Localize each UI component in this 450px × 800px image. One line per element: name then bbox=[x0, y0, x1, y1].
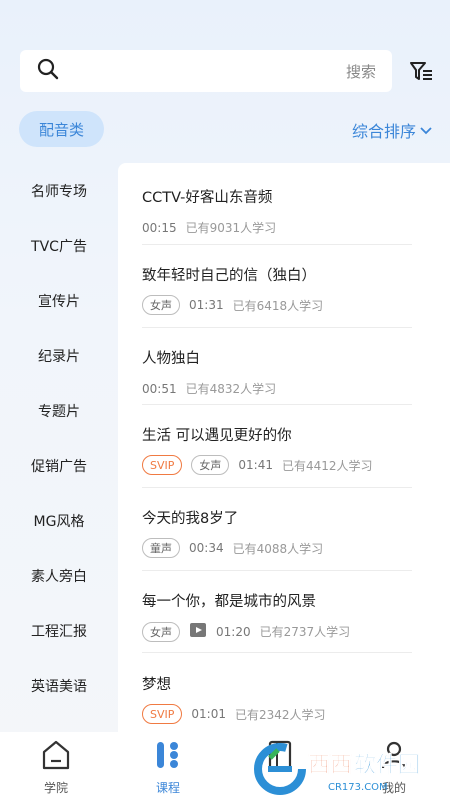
tab-courses[interactable]: 课程 bbox=[128, 732, 208, 800]
item-learners: 已有2342人学习 bbox=[234, 707, 326, 722]
item-title: 致年轻时自己的信（独白） bbox=[142, 268, 316, 284]
sort-dropdown[interactable]: 综合排序 bbox=[352, 118, 432, 142]
sidebar: 名师专场 TVC广告 宣传片 纪录片 专题片 促销广告 MG风格 素人旁白 工程… bbox=[0, 163, 118, 713]
chevron-down-icon bbox=[420, 121, 432, 140]
list-item[interactable]: 人物独白 00:51 已有4832人学习 bbox=[142, 328, 412, 405]
home-icon bbox=[41, 739, 71, 775]
tab-label: 课程 bbox=[155, 781, 180, 795]
item-title: 人物独白 bbox=[142, 351, 200, 367]
item-duration: 00:34 bbox=[189, 541, 224, 555]
tab-academy[interactable]: 学院 bbox=[16, 732, 96, 800]
item-title: CCTV-好客山东音频 bbox=[142, 190, 273, 206]
item-learners: 已有4832人学习 bbox=[185, 382, 277, 396]
svg-text:西西: 西西 bbox=[308, 753, 352, 778]
courses-icon bbox=[154, 739, 182, 775]
item-learners: 已有4088人学习 bbox=[232, 541, 324, 556]
item-learners: 已有4412人学习 bbox=[281, 458, 373, 473]
list-item[interactable]: 梦想 SVIP 01:01 已有2342人学习 bbox=[142, 653, 412, 732]
sidebar-item[interactable]: 素人旁白 bbox=[0, 548, 118, 603]
tag-badge: 女声 bbox=[142, 295, 180, 315]
item-learners: 已有2737人学习 bbox=[259, 625, 351, 639]
item-duration: 00:51 bbox=[142, 381, 177, 396]
item-duration: 01:31 bbox=[189, 298, 224, 312]
svip-badge: SVIP bbox=[142, 704, 183, 724]
sidebar-item[interactable]: MG风格 bbox=[0, 493, 118, 548]
category-pill[interactable]: 配音类 bbox=[19, 111, 104, 147]
sidebar-item[interactable]: 纪录片 bbox=[0, 328, 118, 383]
sidebar-item[interactable]: 名师专场 bbox=[0, 163, 118, 218]
item-title: 梦想 bbox=[142, 677, 171, 693]
sidebar-item[interactable]: 宣传片 bbox=[0, 273, 118, 328]
filter-icon[interactable] bbox=[408, 58, 434, 84]
sidebar-item[interactable]: 专题片 bbox=[0, 383, 118, 438]
item-title: 今天的我8岁了 bbox=[142, 511, 239, 527]
list-item[interactable]: 致年轻时自己的信（独白） 女声 01:31 已有6418人学习 bbox=[142, 245, 412, 328]
search-bar[interactable]: 搜索 bbox=[20, 50, 392, 92]
search-icon bbox=[36, 57, 60, 85]
item-title: 生活 可以遇见更好的你 bbox=[142, 428, 292, 444]
course-list: CCTV-好客山东音频 00:15 已有9031人学习 致年轻时自己的信（独白）… bbox=[118, 163, 450, 732]
item-duration: 01:41 bbox=[238, 458, 273, 472]
item-learners: 已有6418人学习 bbox=[232, 298, 324, 313]
list-item[interactable]: 生活 可以遇见更好的你 SVIP 女声 01:41 已有4412人学习 bbox=[142, 405, 412, 488]
item-title: 每一个你，都是城市的风景 bbox=[142, 594, 316, 610]
search-hint: 搜索 bbox=[345, 62, 376, 81]
svg-text:CR173.COM: CR173.COM bbox=[328, 782, 388, 793]
item-duration: 00:15 bbox=[142, 220, 177, 235]
item-duration: 01:01 bbox=[191, 707, 226, 721]
tag-badge: 童声 bbox=[142, 538, 180, 558]
tab-label: 学院 bbox=[43, 781, 68, 795]
sort-label: 综合排序 bbox=[351, 122, 416, 141]
list-item[interactable]: 每一个你，都是城市的风景 女声 01:20 已有2737人学习 bbox=[142, 571, 412, 653]
list-item[interactable]: 今天的我8岁了 童声 00:34 已有4088人学习 bbox=[142, 488, 412, 571]
sidebar-item[interactable]: 英语美语 bbox=[0, 658, 118, 713]
svg-text:软件园: 软件园 bbox=[354, 752, 420, 778]
watermark-logo: 西西 软件园 CR173.COM bbox=[250, 738, 450, 800]
sidebar-item[interactable]: TVC广告 bbox=[0, 218, 118, 273]
sidebar-item[interactable]: 工程汇报 bbox=[0, 603, 118, 658]
sidebar-item[interactable]: 促销广告 bbox=[0, 438, 118, 493]
item-duration: 01:20 bbox=[216, 624, 251, 639]
item-learners: 已有9031人学习 bbox=[185, 221, 277, 235]
svip-badge: SVIP bbox=[142, 455, 183, 475]
tag-badge: 女声 bbox=[191, 455, 230, 475]
video-icon bbox=[189, 621, 207, 642]
tag-badge: 女声 bbox=[142, 621, 180, 642]
list-item[interactable]: CCTV-好客山东音频 00:15 已有9031人学习 bbox=[142, 163, 412, 245]
